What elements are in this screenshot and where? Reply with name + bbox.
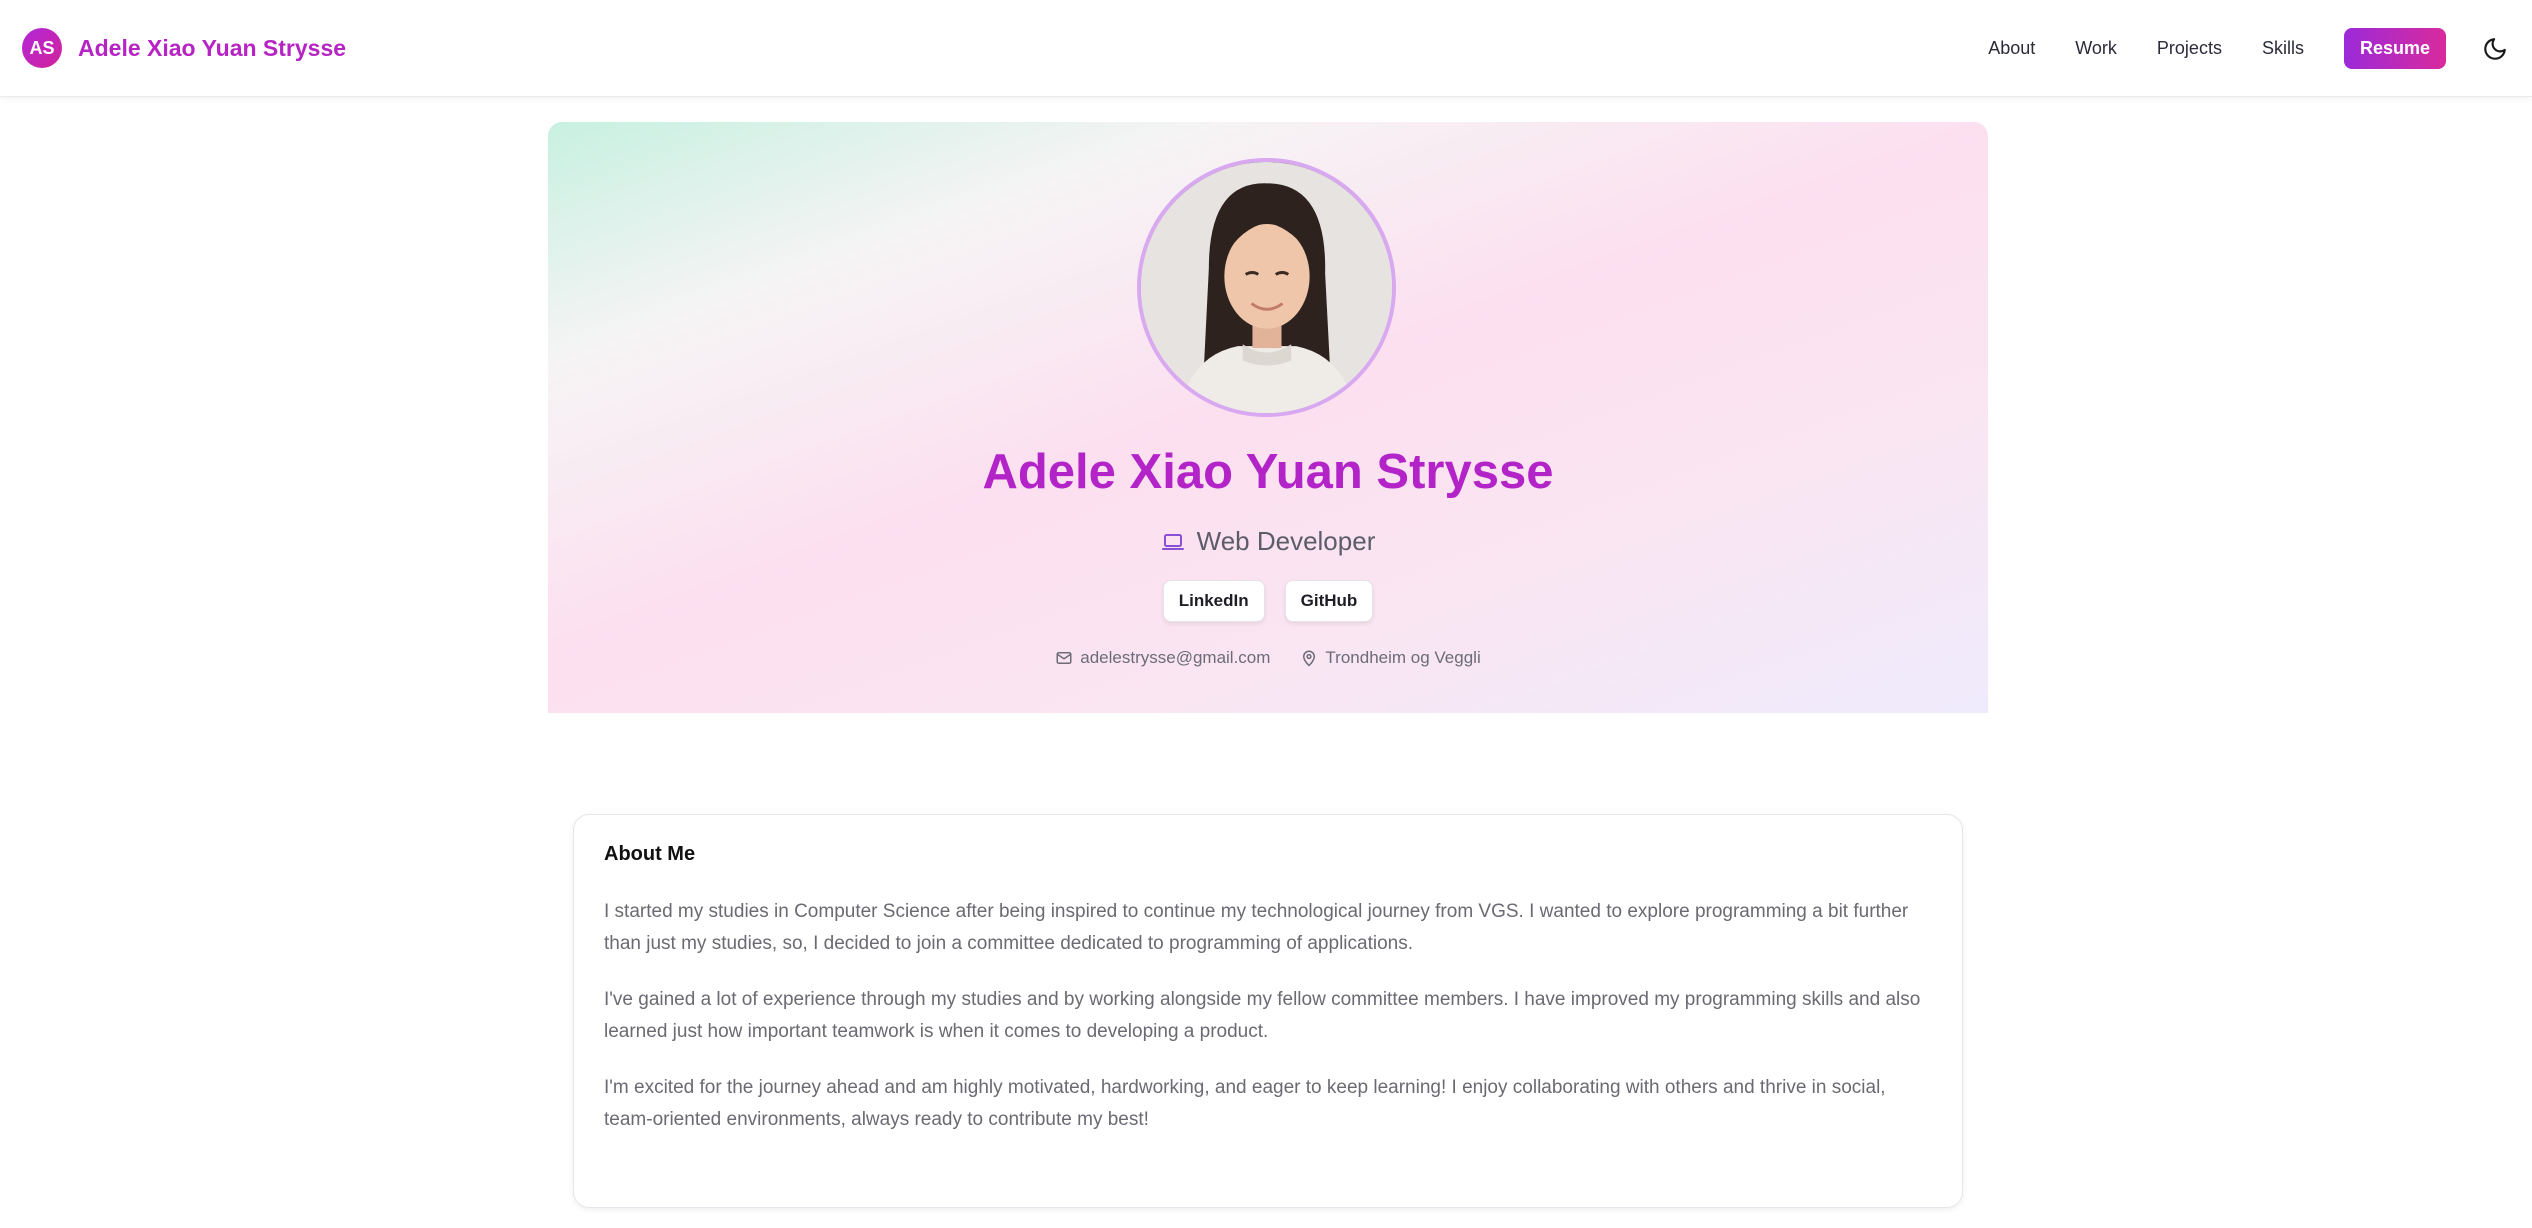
nav-links: About Work Projects Skills Resume: [1988, 0, 2532, 97]
theme-toggle-button[interactable]: [2480, 34, 2510, 64]
github-button[interactable]: GitHub: [1284, 580, 1374, 622]
about-title: About Me: [604, 843, 696, 865]
hero-name: Adele Xiao Yuan Strysse: [982, 445, 1554, 499]
location-item: Trondheim og Veggli: [1300, 648, 1481, 668]
profile-photo: [1141, 162, 1392, 413]
navbar: AS Adele Xiao Yuan Strysse About Work Pr…: [0, 0, 2532, 97]
email-item[interactable]: adelestrysse@gmail.com: [1055, 648, 1270, 668]
avatar: [1137, 158, 1396, 417]
about-paragraph: I've gained a lot of experience through …: [604, 989, 1921, 1042]
email-text: adelestrysse@gmail.com: [1080, 648, 1271, 667]
mail-icon: [1056, 652, 1072, 664]
hero-section: Adele Xiao Yuan Strysse Web Developer Li…: [548, 122, 1988, 713]
role-label: Web Developer: [1196, 526, 1376, 556]
about-paragraph: I'm excited for the journey ahead and am…: [604, 1077, 1886, 1130]
nav-link-projects[interactable]: Projects: [2157, 38, 2222, 59]
role: Web Developer: [548, 526, 1988, 557]
map-pin-icon: [1303, 650, 1316, 667]
linkedin-button[interactable]: LinkedIn: [1162, 580, 1265, 622]
logo-badge[interactable]: AS: [22, 28, 62, 68]
nav-link-about[interactable]: About: [1988, 38, 2035, 59]
social-links: LinkedIn GitHub: [548, 580, 1988, 622]
nav-link-work[interactable]: Work: [2075, 38, 2117, 59]
nav-link-skills[interactable]: Skills: [2262, 38, 2304, 59]
location-text: Trondheim og Veggli: [1325, 648, 1481, 667]
moon-icon: [2484, 37, 2506, 60]
about-paragraph: I started my studies in Computer Science…: [604, 901, 1909, 954]
resume-button[interactable]: Resume: [2343, 28, 2446, 69]
about-card: About Me I started my studies in Compute…: [573, 814, 1963, 1208]
laptop-icon: [1161, 533, 1184, 550]
brand-name[interactable]: Adele Xiao Yuan Strysse: [78, 35, 346, 62]
contact-info: adelestrysse@gmail.com Trondheim og Vegg…: [548, 648, 1988, 668]
brand[interactable]: AS Adele Xiao Yuan Strysse: [22, 28, 346, 68]
